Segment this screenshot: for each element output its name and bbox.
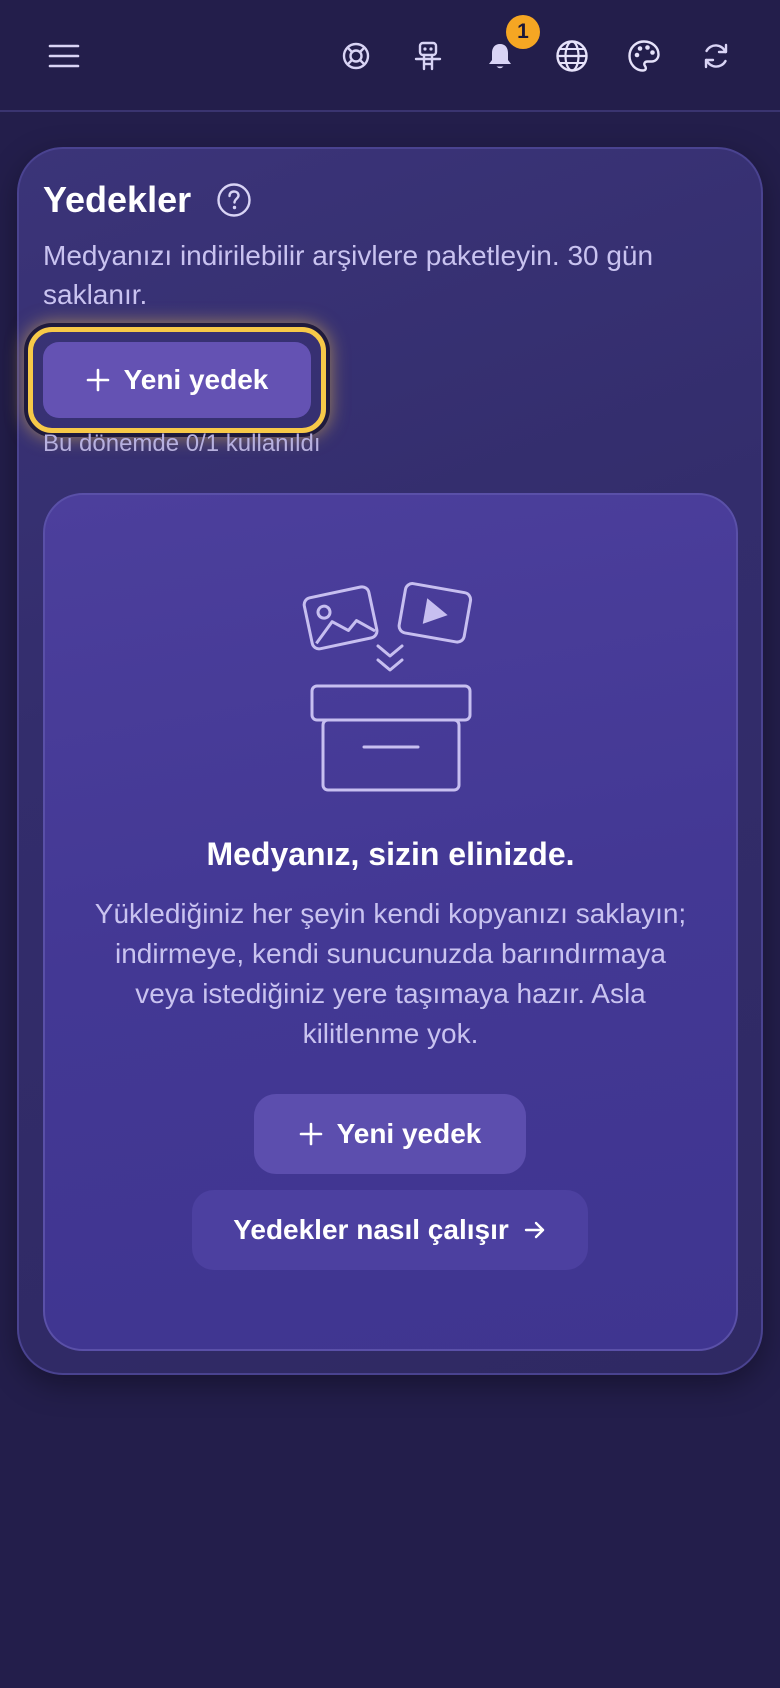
arrow-right-icon [524,1221,544,1239]
plus-icon [299,1122,322,1146]
page-subtitle: Medyanızı indirilebilir arşivlere paketl… [43,240,654,310]
notification-badge: 1 [506,15,540,49]
refresh-icon [704,43,728,69]
empty-state-new-backup-button[interactable]: Yeni yedek [254,1094,526,1174]
page-title: Yedekler [43,179,192,220]
new-backup-button[interactable]: Yeni yedek [43,342,311,418]
bell-icon [489,44,511,69]
empty-state-description: Yüklediğiniz her şeyin kendi kopyanızı s… [94,898,687,1049]
plus-icon [86,368,109,392]
assistant-button[interactable] [400,28,456,84]
empty-state-title: Medyanız, sizin elinizde. [206,836,575,872]
support-button[interactable] [328,28,384,84]
language-button[interactable] [544,28,600,84]
robot-icon [414,41,442,71]
empty-state-new-backup-label: Yeni yedek [336,1118,482,1149]
help-circle-icon[interactable] [216,182,252,218]
menu-icon [48,44,80,68]
menu-button[interactable] [36,28,92,84]
theme-button[interactable] [616,28,672,84]
globe-icon [556,40,588,72]
top-bar: 1 [0,0,780,112]
archive-box-illustration-icon [302,582,473,792]
how-backups-work-button[interactable]: Yedekler nasıl çalışır [192,1190,588,1270]
usage-text: Bu dönemde 0/1 kullanıldı [43,430,321,457]
help-lifebuoy-icon [342,42,370,70]
palette-icon [628,40,660,72]
new-backup-label: Yeni yedek [123,364,269,395]
how-backups-work-label: Yedekler nasıl çalışır [233,1214,509,1245]
refresh-button[interactable] [688,28,744,84]
